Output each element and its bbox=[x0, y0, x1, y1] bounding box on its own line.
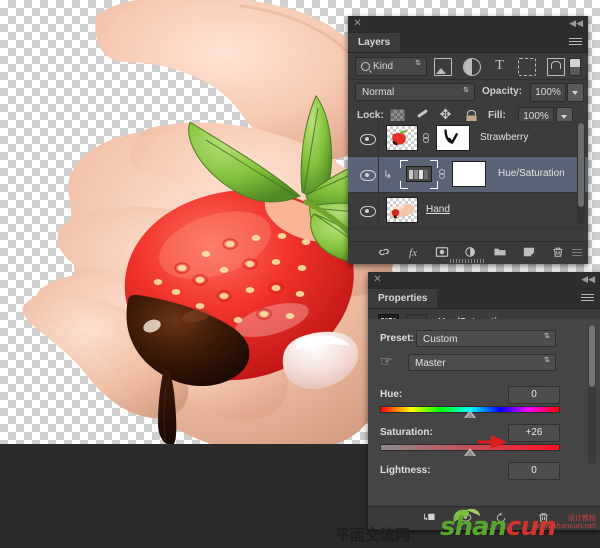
layer-filter-row[interactable]: Kind ⇅ T bbox=[348, 53, 588, 80]
lightness-input[interactable]: 0 bbox=[508, 462, 560, 480]
on-image-adjust-hand-icon[interactable]: ☞ bbox=[380, 353, 393, 370]
pixel-layer-filter-icon[interactable] bbox=[434, 58, 452, 76]
layer-name[interactable]: Hue/Saturation bbox=[498, 168, 565, 179]
tab-layers[interactable]: Layers bbox=[348, 33, 401, 52]
properties-panel-titlebar[interactable]: ✕ ◀◀ bbox=[368, 272, 600, 289]
layer-mask-thumbnail[interactable] bbox=[436, 125, 470, 151]
panel-menu-icon[interactable] bbox=[569, 38, 582, 47]
chevron-updown-icon: ⇅ bbox=[544, 333, 550, 340]
blend-mode-value: Normal bbox=[362, 87, 395, 98]
table-row[interactable]: Hand bbox=[348, 193, 588, 229]
chevron-updown-icon: ⇅ bbox=[415, 60, 421, 67]
close-icon[interactable]: ✕ bbox=[373, 275, 382, 285]
link-mask-icon[interactable] bbox=[438, 169, 447, 180]
tab-properties[interactable]: Properties bbox=[368, 289, 438, 308]
chevron-updown-icon: ⇅ bbox=[463, 87, 469, 94]
lightness-label: Lightness: bbox=[380, 465, 431, 476]
close-icon[interactable]: ✕ bbox=[353, 19, 362, 29]
blend-mode-dropdown[interactable]: Normal ⇅ bbox=[355, 83, 475, 101]
filter-icon-group[interactable]: T bbox=[434, 58, 573, 76]
search-icon bbox=[361, 62, 370, 71]
table-row[interactable]: Strawberry bbox=[348, 121, 588, 157]
layers-panel-tabrow[interactable]: Layers bbox=[348, 33, 588, 53]
shape-layer-filter-icon[interactable] bbox=[518, 58, 537, 76]
layer-thumbnail[interactable] bbox=[386, 197, 418, 223]
watermark-site: 设计教程 www.shancun.net bbox=[533, 514, 596, 530]
eye-icon[interactable] bbox=[360, 134, 376, 145]
eye-icon[interactable] bbox=[360, 170, 376, 181]
hue-input[interactable]: 0 bbox=[508, 386, 560, 404]
table-row[interactable]: ↳ Hue/Saturation bbox=[348, 157, 588, 193]
preset-dropdown[interactable]: Custom ⇅ bbox=[416, 330, 556, 347]
panel-resize-grip[interactable] bbox=[572, 249, 582, 257]
collapse-panel-icon[interactable]: ◀◀ bbox=[569, 19, 583, 28]
chevron-updown-icon: ⇅ bbox=[544, 357, 550, 364]
new-adjustment-layer-button[interactable] bbox=[463, 246, 479, 260]
delete-layer-button[interactable] bbox=[550, 246, 566, 260]
layers-scrollbar[interactable] bbox=[577, 122, 585, 224]
watermark-chinese-text: 平面交流网 bbox=[335, 526, 411, 544]
preset-value: Custom bbox=[423, 334, 458, 345]
opacity-input[interactable]: 100% bbox=[530, 83, 566, 102]
layers-panel[interactable]: ✕ ◀◀ Layers Kind ⇅ T Normal ⇅ Opacity: 1… bbox=[348, 16, 588, 264]
blend-mode-row[interactable]: Normal ⇅ Opacity: 100% bbox=[348, 80, 588, 104]
fill-label: Fill: bbox=[488, 110, 506, 121]
new-group-button[interactable] bbox=[492, 246, 508, 260]
saturation-label: Saturation: bbox=[380, 427, 433, 438]
opacity-dropdown-arrow-icon[interactable] bbox=[567, 83, 584, 102]
layers-panel-titlebar[interactable]: ✕ ◀◀ bbox=[348, 16, 588, 33]
layer-style-fx-button[interactable]: fx bbox=[405, 246, 421, 260]
type-layer-filter-icon[interactable]: T bbox=[492, 58, 508, 74]
layer-list[interactable]: Strawberry ↳ Hue/Saturation Hand bbox=[348, 121, 588, 229]
eye-icon[interactable] bbox=[360, 206, 376, 217]
collapse-panel-icon[interactable]: ◀◀ bbox=[581, 275, 595, 284]
hue-label: Hue: bbox=[380, 389, 403, 400]
properties-panel[interactable]: ✕ ◀◀ Properties Hue/Saturation Preset: C… bbox=[368, 272, 600, 530]
link-mask-icon[interactable] bbox=[422, 133, 431, 144]
layer-visibility-cell[interactable] bbox=[356, 193, 379, 228]
adjustment-layer-filter-icon[interactable] bbox=[462, 58, 481, 76]
filter-kind-dropdown[interactable]: Kind ⇅ bbox=[355, 57, 427, 76]
filter-kind-label: Kind bbox=[373, 61, 394, 72]
filter-enable-toggle[interactable] bbox=[569, 58, 581, 76]
hue-slider-knob[interactable] bbox=[464, 410, 476, 418]
layer-name[interactable]: Strawberry bbox=[480, 132, 528, 143]
layers-bottom-toolbar[interactable]: fx bbox=[348, 241, 588, 264]
adjustment-controls[interactable]: Preset: Custom ⇅ ☞ Master ⇅ Hue: 0 Satur… bbox=[368, 319, 600, 507]
clipping-mask-arrow-icon: ↳ bbox=[383, 169, 393, 181]
lock-label: Lock: bbox=[357, 110, 384, 121]
properties-scrollbar[interactable] bbox=[588, 324, 596, 464]
properties-panel-tabrow[interactable]: Properties bbox=[368, 289, 600, 309]
layer-visibility-cell[interactable] bbox=[356, 121, 379, 156]
adjustment-layer-thumbnail[interactable] bbox=[406, 166, 432, 182]
saturation-slider-knob[interactable] bbox=[464, 448, 476, 456]
channel-value: Master bbox=[415, 358, 446, 369]
add-layer-mask-button[interactable] bbox=[434, 246, 450, 260]
smart-object-filter-icon[interactable] bbox=[547, 58, 566, 76]
panel-menu-icon[interactable] bbox=[581, 294, 594, 303]
saturation-input[interactable]: +26 bbox=[508, 424, 560, 442]
layer-visibility-cell[interactable] bbox=[356, 157, 379, 192]
link-layers-button[interactable] bbox=[376, 246, 392, 260]
adjustment-mask-thumbnail[interactable] bbox=[452, 161, 486, 187]
layer-thumbnail[interactable] bbox=[386, 125, 418, 151]
channel-dropdown[interactable]: Master ⇅ bbox=[408, 354, 556, 371]
opacity-label: Opacity: bbox=[482, 86, 523, 97]
red-callout-arrow bbox=[478, 435, 507, 449]
preset-label: Preset: bbox=[380, 333, 414, 344]
layer-name[interactable]: Hand bbox=[426, 204, 450, 215]
new-layer-button[interactable] bbox=[521, 246, 537, 260]
panel-drag-handle[interactable] bbox=[450, 259, 486, 263]
watermark: 平面交流网 shancun 设计教程 www.shancun.net bbox=[330, 508, 598, 546]
